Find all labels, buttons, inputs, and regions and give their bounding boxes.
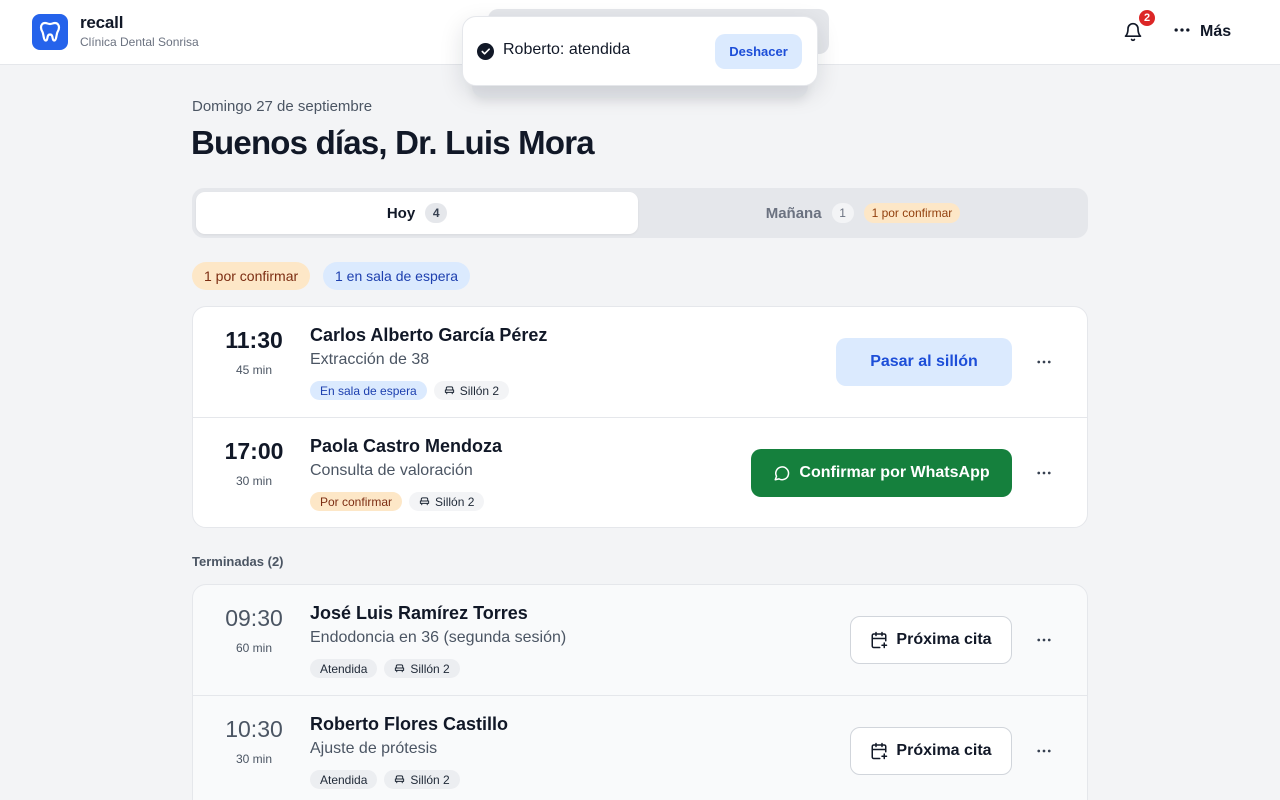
undo-toast: Roberto: atendida Deshacer	[462, 16, 818, 86]
filter-chip-waiting-room[interactable]: 1 en sala de espera	[323, 262, 470, 290]
next-appointment-button[interactable]: Próxima cita	[850, 616, 1012, 664]
appointment-time: 09:30	[225, 605, 283, 631]
chair-label: Sillón 2	[410, 772, 450, 787]
appointment-tags: Atendida Sillón 2	[310, 770, 460, 789]
procedure: Endodoncia en 36 (segunda sesión)	[310, 629, 567, 646]
toast-message: Roberto: atendida	[503, 41, 631, 58]
appointment-duration: 30 min	[235, 474, 273, 488]
appointment-tags: Por confirmar Sillón 2	[310, 492, 485, 511]
appointment-row[interactable]: 17:00 30 min Paola Castro Mendoza Consul…	[193, 417, 1087, 527]
tab-today[interactable]: Hoy 4	[196, 192, 638, 234]
app-name: recall	[80, 13, 124, 32]
more-options-icon[interactable]	[1031, 736, 1057, 766]
current-date: Domingo 27 de septiembre	[192, 98, 373, 115]
notifications-badge: 2	[1137, 8, 1157, 28]
page-title: Buenos días, Dr. Luis Mora	[191, 124, 595, 161]
chair-badge: Sillón 2	[409, 492, 485, 511]
status-badge: En sala de espera	[310, 381, 427, 400]
chair-icon	[395, 775, 405, 784]
button-label: Próxima cita	[896, 742, 992, 759]
clinic-name: Clínica Dental Sonrisa	[80, 35, 199, 49]
procedure: Consulta de valoración	[310, 462, 473, 479]
chair-label: Sillón 2	[410, 661, 450, 676]
appointment-duration: 45 min	[235, 363, 273, 377]
patient-name: Roberto Flores Castillo	[310, 714, 509, 734]
chair-badge: Sillón 2	[384, 770, 460, 789]
tab-tomorrow[interactable]: Mañana 1 1 por confirmar	[642, 192, 1084, 234]
move-to-chair-button[interactable]: Pasar al sillón	[836, 338, 1012, 386]
pending-badge: 1 por confirmar	[863, 203, 961, 223]
finished-appointments-list: 09:30 60 min José Luis Ramírez Torres En…	[192, 584, 1088, 800]
chair-label: Sillón 2	[435, 494, 475, 509]
more-options-icon[interactable]	[1031, 347, 1057, 377]
procedure: Ajuste de prótesis	[310, 740, 438, 757]
patient-name: Carlos Alberto García Pérez	[310, 325, 548, 345]
tab-count-badge: 1	[831, 203, 854, 223]
chair-icon	[395, 664, 405, 673]
next-appointment-button[interactable]: Próxima cita	[850, 727, 1012, 775]
tab-label: Mañana	[765, 204, 822, 222]
more-dots-icon	[1172, 20, 1192, 45]
tooth-icon[interactable]	[32, 14, 68, 50]
patient-name: Paola Castro Mendoza	[310, 436, 503, 456]
appointment-duration: 30 min	[235, 752, 273, 766]
active-appointments-list: 11:30 45 min Carlos Alberto García Pérez…	[192, 306, 1088, 528]
calendar-plus-icon	[871, 631, 888, 649]
chair-icon	[444, 386, 454, 395]
procedure: Extracción de 38	[310, 351, 430, 368]
more-label: Más	[1200, 23, 1232, 40]
chair-label: Sillón 2	[459, 383, 500, 398]
appointment-tags: Atendida Sillón 2	[310, 659, 460, 678]
finished-section-title: Terminadas (2)	[192, 554, 284, 569]
chair-icon	[419, 497, 430, 506]
calendar-plus-icon	[871, 742, 888, 760]
more-options-icon[interactable]	[1031, 458, 1057, 488]
appointment-time: 10:30	[225, 716, 283, 742]
undo-button[interactable]: Deshacer	[715, 34, 802, 69]
tab-count-badge: 4	[425, 203, 448, 223]
appointment-duration: 60 min	[235, 641, 273, 655]
appointment-time: 17:00	[224, 438, 284, 464]
chair-badge: Sillón 2	[433, 381, 510, 400]
day-tabs: Hoy 4 Mañana 1 1 por confirmar	[192, 188, 1088, 238]
more-options-icon[interactable]	[1031, 625, 1057, 655]
chair-badge: Sillón 2	[384, 659, 460, 678]
status-badge: Atendida	[310, 770, 378, 789]
tab-label: Hoy	[386, 204, 416, 222]
appointment-row[interactable]: 10:30 30 min Roberto Flores Castillo Aju…	[193, 695, 1087, 800]
button-label: Próxima cita	[896, 631, 992, 648]
more-menu-button[interactable]: Más	[1172, 18, 1231, 46]
filter-chip-pending[interactable]: 1 por confirmar	[192, 262, 311, 290]
patient-name: José Luis Ramírez Torres	[310, 603, 528, 623]
chat-bubble-icon	[774, 466, 790, 481]
confirm-whatsapp-button[interactable]: Confirmar por WhatsApp	[751, 449, 1012, 497]
appointment-tags: En sala de espera Sillón 2	[310, 381, 510, 400]
check-circle-icon	[477, 43, 494, 60]
appointment-time: 11:30	[225, 327, 283, 353]
status-badge: Atendida	[310, 659, 378, 678]
appointment-row[interactable]: 11:30 45 min Carlos Alberto García Pérez…	[193, 307, 1087, 417]
button-label: Confirmar por WhatsApp	[799, 464, 990, 481]
appointment-row[interactable]: 09:30 60 min José Luis Ramírez Torres En…	[193, 585, 1087, 695]
status-badge: Por confirmar	[310, 492, 403, 511]
